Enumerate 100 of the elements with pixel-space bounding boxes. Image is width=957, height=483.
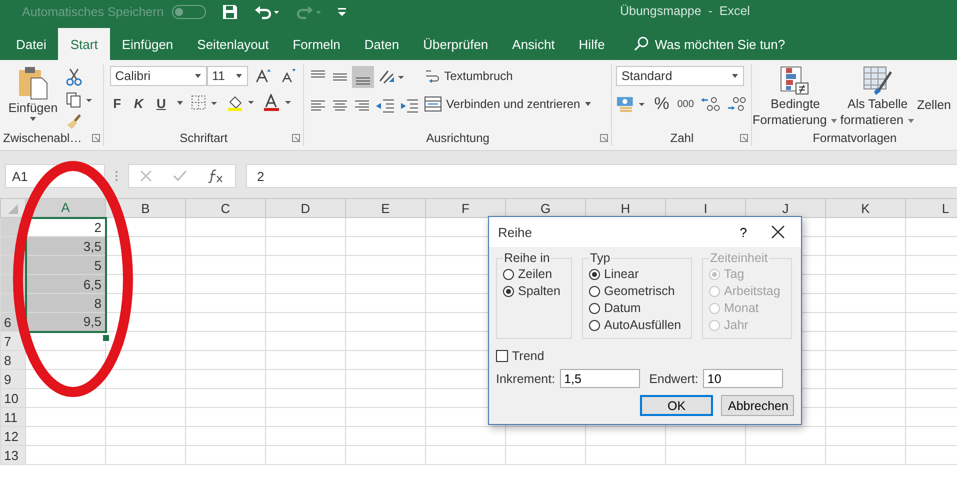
close-icon[interactable] bbox=[771, 225, 785, 239]
number-format-field[interactable]: Standard bbox=[616, 66, 744, 86]
group-title: Typ bbox=[589, 251, 612, 265]
caret-icon bbox=[29, 116, 37, 122]
check-icon[interactable] bbox=[172, 170, 187, 182]
underline-button[interactable]: U bbox=[153, 96, 169, 110]
dialog-launcher-icon[interactable] bbox=[292, 134, 300, 142]
caret-icon bbox=[584, 101, 592, 107]
group-label: Zahl bbox=[670, 131, 694, 145]
save-icon[interactable] bbox=[222, 4, 238, 20]
dialog-launcher-icon[interactable] bbox=[600, 134, 608, 142]
ribbon-tab[interactable]: Formeln bbox=[280, 28, 352, 60]
clipboard-icon bbox=[17, 66, 49, 100]
fill-color-icon[interactable] bbox=[226, 94, 256, 112]
ribbon-tab[interactable]: Datei bbox=[4, 28, 58, 60]
ribbon-tab[interactable]: Hilfe bbox=[566, 28, 617, 60]
group-title: Reihe in bbox=[503, 251, 551, 265]
ribbon-tab[interactable]: Seitenlayout bbox=[185, 28, 281, 60]
wrap-text-button[interactable]: Textumbruch bbox=[424, 66, 592, 86]
end-value-field[interactable]: 10 bbox=[703, 369, 784, 388]
autosave-label: Automatisches Speichern bbox=[22, 5, 164, 19]
column-header[interactable]: K bbox=[826, 198, 906, 218]
font-size-field[interactable]: 11 bbox=[207, 66, 248, 86]
dialog-launcher-icon[interactable] bbox=[740, 134, 748, 142]
column-header[interactable]: H bbox=[586, 198, 666, 218]
row-header[interactable]: 12 bbox=[0, 426, 26, 446]
tell-me-text: Was möchten Sie tun? bbox=[654, 36, 786, 52]
copy-icon[interactable] bbox=[66, 92, 94, 108]
radio-option[interactable]: Datum bbox=[589, 301, 685, 315]
paste-button[interactable]: Einfügen bbox=[6, 66, 60, 130]
table-brush-icon bbox=[862, 66, 893, 96]
column-header[interactable]: E bbox=[346, 198, 426, 218]
radio-option[interactable]: AutoAusfüllen bbox=[589, 318, 685, 332]
cell-styles-label[interactable]: Zellen bbox=[916, 66, 951, 112]
column-header[interactable]: G bbox=[506, 198, 586, 218]
tell-me-search[interactable]: Was möchten Sie tun? bbox=[632, 28, 786, 60]
row-header[interactable]: 13 bbox=[0, 446, 26, 464]
thousands-separator-button[interactable]: 000 bbox=[675, 98, 696, 110]
format-as-table-button[interactable]: Als Tabelle formatieren bbox=[840, 66, 915, 130]
column-header[interactable]: I bbox=[666, 198, 746, 218]
radio-option[interactable]: Geometrisch bbox=[589, 284, 685, 298]
caret-icon bbox=[830, 118, 838, 124]
row-header[interactable]: 8 bbox=[0, 350, 26, 370]
autosave-toggle[interactable] bbox=[172, 5, 206, 19]
group-label: Ausrichtung bbox=[426, 131, 490, 145]
help-button[interactable]: ? bbox=[740, 224, 747, 240]
group-label: Formatvorlagen bbox=[812, 131, 897, 145]
column-header[interactable]: C bbox=[186, 198, 266, 218]
column-header[interactable]: F bbox=[426, 198, 506, 218]
decrease-decimal-icon[interactable] bbox=[726, 95, 748, 113]
brush-icon[interactable] bbox=[66, 114, 82, 130]
dialog-launcher-icon[interactable] bbox=[92, 134, 100, 142]
italic-button[interactable]: K bbox=[131, 96, 146, 110]
insert-function-icon[interactable] bbox=[208, 169, 224, 183]
percent-button[interactable]: % bbox=[652, 94, 672, 114]
cancel-button[interactable]: Abbrechen bbox=[721, 395, 794, 416]
radio-option[interactable]: Spalten bbox=[503, 284, 565, 298]
caret-icon bbox=[731, 73, 740, 79]
ribbon-tab[interactable]: Start bbox=[58, 28, 110, 60]
row-header[interactable]: 11 bbox=[0, 408, 26, 426]
ribbon-tab[interactable]: Ansicht bbox=[500, 28, 567, 60]
undo-icon[interactable] bbox=[254, 4, 280, 20]
font-name-field[interactable]: Calibri bbox=[110, 66, 208, 86]
radio-option[interactable]: Linear bbox=[589, 267, 685, 281]
window-title: Übungsmappe - Excel bbox=[620, 4, 750, 18]
group-label: Zwischenabl… bbox=[3, 131, 82, 145]
caret-icon bbox=[235, 73, 244, 79]
table-cell: 6,5 bbox=[26, 274, 106, 294]
ok-button[interactable]: OK bbox=[640, 395, 713, 416]
shrink-font-icon[interactable] bbox=[280, 67, 298, 85]
trend-checkbox[interactable]: Trend bbox=[496, 349, 794, 363]
increment-field[interactable]: 1,5 bbox=[560, 369, 640, 388]
radio-option[interactable]: Zeilen bbox=[503, 267, 565, 281]
conditional-formatting-button[interactable]: Bedingte Formatierung bbox=[752, 66, 838, 130]
bold-button[interactable]: F bbox=[110, 96, 124, 110]
column-header[interactable]: D bbox=[266, 198, 346, 218]
customize-icon[interactable] bbox=[338, 7, 346, 17]
row-header[interactable]: 9 bbox=[0, 370, 26, 388]
grow-font-icon[interactable] bbox=[255, 67, 273, 85]
table-cell: 3,5 bbox=[26, 236, 106, 256]
group-label: Schriftart bbox=[180, 131, 228, 145]
caret-icon bbox=[906, 118, 915, 124]
merge-center-button[interactable]: Verbinden und zentrieren bbox=[424, 94, 592, 114]
font-color-icon[interactable] bbox=[262, 94, 293, 112]
borders-icon[interactable] bbox=[190, 95, 219, 111]
ribbon-tab[interactable]: Einfügen bbox=[110, 28, 186, 60]
column-header[interactable]: J bbox=[746, 198, 826, 218]
caret-icon bbox=[176, 100, 184, 106]
row-header[interactable]: 10 bbox=[0, 388, 26, 408]
ribbon-tab[interactable]: Daten bbox=[352, 28, 412, 60]
search-icon bbox=[632, 36, 649, 52]
align-bottom-icon[interactable] bbox=[352, 66, 374, 88]
column-header[interactable]: L bbox=[906, 198, 957, 218]
increase-decimal-icon[interactable] bbox=[700, 95, 722, 113]
scissors-icon[interactable] bbox=[66, 68, 82, 86]
formula-field[interactable]: 2 bbox=[246, 164, 957, 188]
ribbon-tab[interactable]: Überprüfen bbox=[411, 28, 500, 60]
fill-handle[interactable] bbox=[102, 334, 110, 342]
increment-label: Inkrement: bbox=[496, 372, 556, 386]
table-cell: 9,5 bbox=[26, 312, 106, 332]
